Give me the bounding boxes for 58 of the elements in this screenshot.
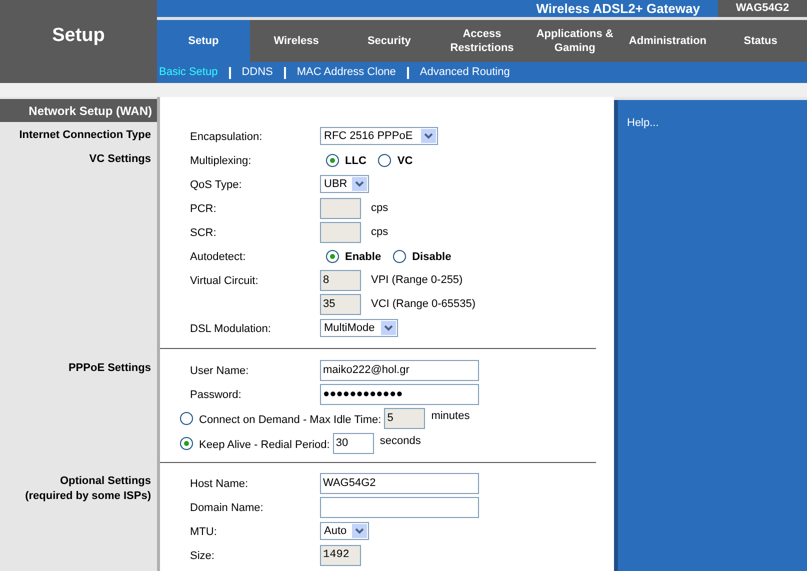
input-field[interactable] <box>320 496 479 518</box>
unit-label: VPI (Range 0-255) <box>371 272 463 288</box>
field-label: SCR: <box>190 227 216 239</box>
chevron-down-icon <box>381 321 396 335</box>
dropdown[interactable]: UBR <box>320 175 369 193</box>
radio-button[interactable] <box>326 250 339 262</box>
dropdown[interactable]: Auto <box>320 522 369 540</box>
field-label: Autodetect: <box>190 251 246 263</box>
section-label: Optional Settings (required by some ISPs) <box>25 474 151 504</box>
field-label: Encapsulation: <box>190 131 262 143</box>
radio-button[interactable] <box>180 437 193 450</box>
input-field[interactable]: 30 <box>332 433 374 454</box>
subnav-link[interactable]: MAC Address Clone <box>296 64 396 81</box>
field-label: PCR: <box>190 203 216 215</box>
field-label: DSL Modulation: <box>190 323 271 335</box>
radio-label: Enable <box>345 250 382 266</box>
chevron-down-icon <box>352 177 367 191</box>
option-label: Connect on Demand - Max Idle Time: <box>199 412 382 428</box>
field-label: Virtual Circuit: <box>190 275 258 287</box>
subnav-link[interactable]: DDNS <box>242 64 273 81</box>
option-label: Keep Alive - Redial Period: <box>199 438 330 453</box>
model-name: WAG54G2 <box>718 0 807 17</box>
input-field[interactable]: ●●●●●●●●●●●● <box>320 384 479 404</box>
help-link[interactable]: Help... <box>627 117 659 129</box>
input-field[interactable]: maiko222@hol.gr <box>320 360 479 380</box>
field-label: Host Name: <box>190 478 248 490</box>
subnav-link[interactable]: Basic Setup <box>159 64 218 81</box>
input-field[interactable]: WAG54G2 <box>320 472 479 494</box>
radio-button[interactable] <box>393 250 406 262</box>
unit-label: VCI (Range 0-65535) <box>371 296 476 312</box>
unit-label: cps <box>371 200 388 216</box>
chevron-down-icon <box>421 129 436 143</box>
field-label: Password: <box>190 389 242 401</box>
section-label: PPPoE Settings <box>68 361 151 376</box>
page-title: Setup <box>52 24 105 48</box>
radio-label: Disable <box>412 250 452 266</box>
radio-label: VC <box>397 154 413 170</box>
section-label: Internet Connection Type <box>19 128 151 143</box>
radio-button[interactable] <box>378 154 392 166</box>
field-label: MTU: <box>190 526 217 538</box>
chevron-down-icon <box>352 524 367 538</box>
field-label: Multiplexing: <box>190 155 252 167</box>
section-heading: Network Setup (WAN) <box>0 99 157 122</box>
section-label: VC Settings <box>89 152 151 167</box>
radio-button[interactable] <box>326 154 339 166</box>
unit-label: cps <box>371 224 388 240</box>
field-label: QoS Type: <box>190 179 242 191</box>
nav-tab[interactable]: Setup <box>157 20 250 62</box>
radio-label: LLC <box>345 154 366 170</box>
dropdown[interactable]: MultiMode <box>320 319 398 337</box>
field-label: Domain Name: <box>190 502 264 514</box>
field-label: Size: <box>190 550 214 562</box>
subnav-link[interactable]: Advanced Routing <box>420 64 510 81</box>
field-label: User Name: <box>190 365 249 377</box>
product-name: Wireless ADSL2+ Gateway <box>536 2 701 15</box>
unit-label: minutes <box>431 409 470 424</box>
unit-label: seconds <box>380 434 421 450</box>
dropdown[interactable]: RFC 2516 PPPoE <box>320 127 438 145</box>
